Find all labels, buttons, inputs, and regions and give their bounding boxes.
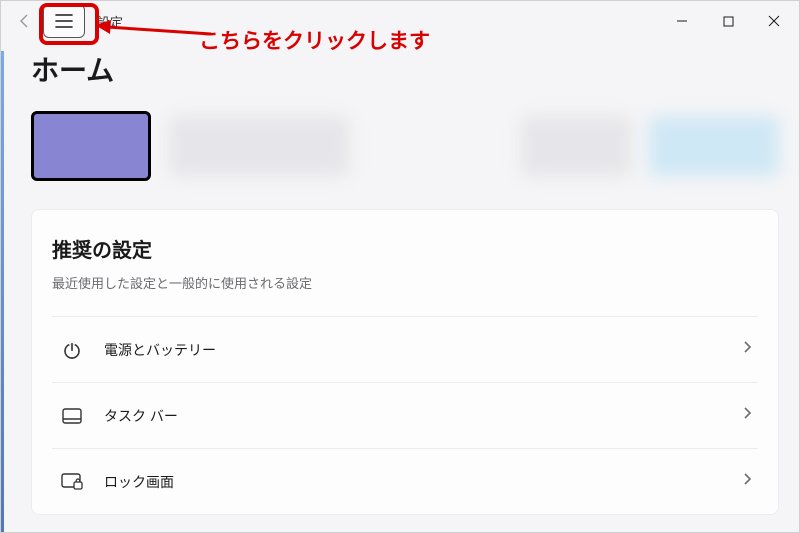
close-icon [768, 15, 780, 27]
profile-area [31, 106, 779, 186]
maximize-button[interactable] [705, 5, 751, 37]
window-left-edge [1, 51, 4, 532]
setting-row-label: タスク バー [104, 406, 724, 426]
arrow-left-icon [17, 13, 33, 29]
setting-row-power[interactable]: 電源とバッテリー [52, 316, 758, 382]
setting-row-lock-screen[interactable]: ロック画面 [52, 448, 758, 514]
setting-row-label: ロック画面 [104, 472, 724, 492]
back-button[interactable] [13, 9, 37, 33]
titlebar-left: 設定 [1, 4, 123, 38]
recommended-subtitle: 最近使用した設定と一般的に使用される設定 [52, 273, 758, 292]
hamburger-icon [55, 14, 73, 28]
chevron-right-icon [742, 340, 752, 359]
titlebar-title: 設定 [91, 12, 123, 31]
hamburger-menu-button[interactable] [43, 4, 85, 38]
power-icon [58, 340, 86, 360]
blurred-info-2 [649, 116, 779, 176]
desktop-preview-thumbnail[interactable] [31, 111, 151, 181]
recommended-settings-card: 推奨の設定 最近使用した設定と一般的に使用される設定 電源とバッテリー タスク … [31, 209, 779, 515]
page-title: ホーム [31, 49, 114, 89]
chevron-right-icon [742, 406, 752, 425]
minimize-button[interactable] [659, 5, 705, 37]
chevron-right-icon [742, 472, 752, 491]
blurred-info-1 [521, 116, 631, 176]
lock-screen-icon [58, 473, 86, 491]
taskbar-icon [58, 408, 86, 424]
maximize-icon [723, 16, 734, 27]
annotation-text: こちらをクリックします [199, 25, 430, 55]
close-button[interactable] [751, 5, 797, 37]
setting-row-label: 電源とバッテリー [104, 340, 724, 360]
window-controls [659, 5, 799, 37]
recommended-title: 推奨の設定 [52, 234, 758, 263]
blurred-account-name [169, 116, 349, 176]
minimize-icon [676, 15, 688, 27]
setting-row-taskbar[interactable]: タスク バー [52, 382, 758, 448]
